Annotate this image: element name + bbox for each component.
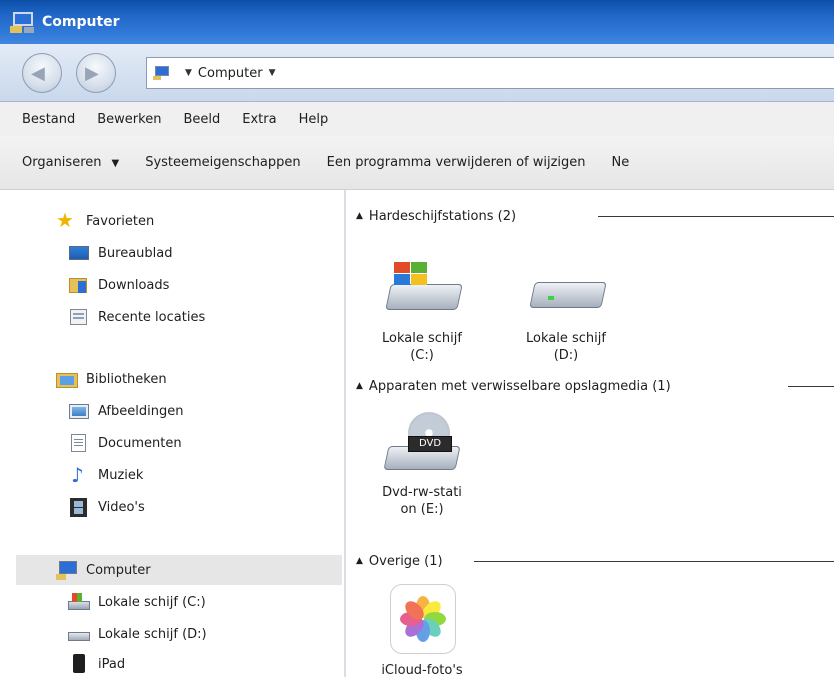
- icloud-photos-icon: [382, 584, 462, 656]
- sidebar-item-pictures[interactable]: Afbeeldingen: [68, 398, 183, 424]
- video-icon: [68, 497, 90, 517]
- desktop-icon: [68, 243, 90, 263]
- sidebar-item-ipad[interactable]: iPad: [68, 651, 125, 677]
- sidebar-item-drive-d[interactable]: Lokale schijf (D:): [68, 621, 207, 647]
- sidebar-item-videos[interactable]: Video's: [68, 494, 145, 520]
- collapse-triangle-icon: ▲: [356, 211, 363, 221]
- sidebar-item-label: Muziek: [98, 467, 144, 483]
- photos-flower-icon: [400, 596, 446, 642]
- pictures-icon: [68, 401, 90, 421]
- arrow-right-icon: ▶: [85, 63, 99, 84]
- system-drive-icon: [68, 592, 90, 612]
- navigation-pane: ★ Favorieten Bureaublad Downloads Recent…: [0, 190, 346, 677]
- breadcrumb[interactable]: Computer: [198, 66, 263, 81]
- menu-bar: Bestand Bewerken Beeld Extra Help: [0, 102, 834, 136]
- star-icon: ★: [56, 208, 74, 232]
- menu-help[interactable]: Help: [299, 112, 329, 127]
- ipad-icon: [68, 654, 90, 674]
- tile-label: iCloud-foto's: [381, 663, 463, 677]
- sidebar-item-libraries[interactable]: Bibliotheken: [56, 366, 167, 392]
- tile-label: on (E:): [400, 502, 444, 517]
- dvd-drive-tile[interactable]: DVD Dvd-rw-stati on (E:): [372, 410, 472, 518]
- sidebar-item-recent[interactable]: Recente locaties: [68, 304, 205, 330]
- sidebar-item-documents[interactable]: Documenten: [68, 430, 182, 456]
- sidebar-item-label: Video's: [98, 499, 145, 515]
- sidebar-item-downloads[interactable]: Downloads: [68, 272, 169, 298]
- libraries-icon: [56, 369, 78, 389]
- content-pane: ▲ Hardeschijfstations (2) Lokale schijf …: [348, 190, 834, 677]
- group-label: Apparaten met verwisselbare opslagmedia …: [368, 378, 671, 394]
- hard-drive-icon: [68, 624, 90, 644]
- organize-label: Organiseren: [22, 155, 102, 170]
- sidebar-item-label: Recente locaties: [98, 309, 206, 325]
- sidebar-item-label: Bureaublad: [98, 245, 173, 261]
- tile-label: (C:): [410, 348, 434, 363]
- sidebar-item-label: Afbeeldingen: [98, 403, 184, 419]
- menu-beeld[interactable]: Beeld: [183, 112, 220, 127]
- sidebar-item-label: Favorieten: [86, 213, 155, 229]
- system-properties-button[interactable]: Systeemeigenschappen: [145, 155, 300, 170]
- collapse-triangle-icon: ▲: [356, 381, 363, 391]
- dvd-drive-icon: DVD: [382, 410, 462, 478]
- sidebar-item-label: Lokale schijf (C:): [98, 594, 206, 610]
- sidebar-item-label: Lokale schijf (D:): [98, 626, 207, 642]
- hard-drive-icon: [526, 256, 607, 324]
- address-bar[interactable]: ▼ Computer ▼: [146, 57, 834, 89]
- collapse-triangle-icon: ▲: [356, 556, 363, 566]
- documents-icon: [68, 433, 90, 453]
- dvd-badge: DVD: [408, 436, 452, 452]
- tile-label: Lokale schijf: [526, 331, 606, 346]
- address-row: ◀ ▶ ▼ Computer ▼: [0, 44, 834, 102]
- command-bar: Organiseren ▼ Systeemeigenschappen Een pr…: [0, 136, 834, 190]
- sidebar-item-desktop[interactable]: Bureaublad: [68, 240, 173, 266]
- back-button[interactable]: ◀: [22, 53, 62, 93]
- tile-label: Lokale schijf: [382, 331, 462, 346]
- title-bar: Computer: [0, 0, 834, 44]
- sidebar-item-label: iPad: [98, 656, 126, 672]
- group-divider: [474, 561, 834, 562]
- sidebar-item-label: Downloads: [98, 277, 170, 293]
- computer-icon: [153, 65, 171, 81]
- group-label: Hardeschijfstations (2): [368, 208, 517, 224]
- tile-label: (D:): [553, 348, 579, 363]
- chevron-down-icon[interactable]: ▼: [185, 68, 192, 78]
- menu-bewerken[interactable]: Bewerken: [97, 112, 161, 127]
- organize-button[interactable]: Organiseren ▼: [22, 155, 119, 170]
- menu-bestand[interactable]: Bestand: [22, 112, 75, 127]
- sidebar-item-drive-c[interactable]: Lokale schijf (C:): [68, 589, 206, 615]
- computer-icon: [56, 560, 78, 580]
- group-label: Overige (1): [368, 553, 443, 569]
- sidebar-item-music[interactable]: ♪ Muziek: [68, 462, 143, 488]
- uninstall-program-button[interactable]: Een programma verwijderen of wijzigen: [327, 155, 586, 170]
- icloud-photos-tile[interactable]: iCloud-foto's: [372, 584, 472, 677]
- arrow-left-icon: ◀: [31, 63, 45, 84]
- chevron-down-icon: ▼: [111, 158, 120, 169]
- sidebar-item-label: Bibliotheken: [86, 371, 167, 387]
- drive-d-tile[interactable]: Lokale schijf (D:): [516, 256, 616, 364]
- music-icon: ♪: [71, 463, 84, 487]
- window-title: Computer: [42, 14, 120, 30]
- recent-places-icon: [68, 307, 90, 327]
- group-header-other[interactable]: ▲ Overige (1): [356, 550, 443, 572]
- group-divider: [598, 216, 834, 217]
- tile-label: Dvd-rw-stati: [382, 485, 462, 500]
- sidebar-item-label: Computer: [86, 562, 151, 578]
- downloads-folder-icon: [68, 275, 90, 295]
- sidebar-item-label: Documenten: [98, 435, 182, 451]
- sidebar-item-computer[interactable]: Computer: [56, 557, 151, 583]
- more-command-button[interactable]: Ne: [612, 155, 630, 170]
- forward-button[interactable]: ▶: [76, 53, 116, 93]
- sidebar-item-favorites[interactable]: ★ Favorieten: [56, 208, 154, 234]
- system-drive-icon: [382, 256, 463, 324]
- computer-icon: [10, 10, 36, 34]
- group-divider: [788, 386, 834, 387]
- group-header-hdd[interactable]: ▲ Hardeschijfstations (2): [356, 205, 516, 227]
- menu-extra[interactable]: Extra: [242, 112, 276, 127]
- chevron-down-icon[interactable]: ▼: [269, 68, 276, 78]
- drive-c-tile[interactable]: Lokale schijf (C:): [372, 256, 472, 364]
- group-header-removable[interactable]: ▲ Apparaten met verwisselbare opslagmedi…: [356, 375, 671, 397]
